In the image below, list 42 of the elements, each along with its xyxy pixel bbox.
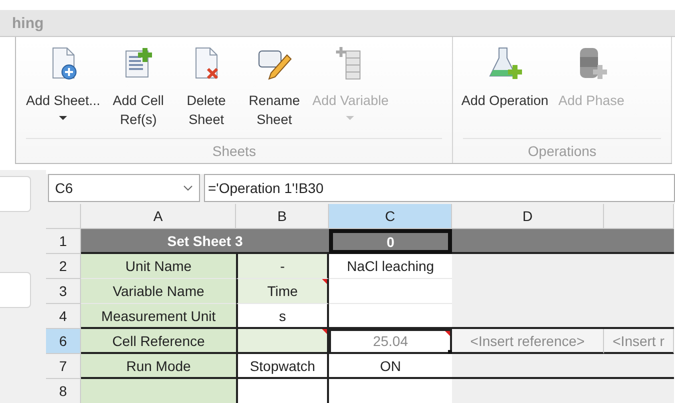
table-cell: ON bbox=[329, 354, 452, 379]
column-header[interactable] bbox=[604, 204, 674, 229]
row-header[interactable]: 6 bbox=[46, 329, 81, 354]
table-cell: Cell Reference bbox=[81, 329, 236, 354]
row-header[interactable]: 8 bbox=[46, 379, 81, 403]
column-header[interactable]: D bbox=[452, 204, 604, 229]
chevron-down-icon bbox=[183, 185, 193, 191]
table-cell: 25.04 bbox=[329, 329, 452, 354]
corner-header[interactable] bbox=[46, 204, 81, 229]
ribbon-button[interactable]: Delete Sheet bbox=[172, 45, 240, 138]
side-panel-button[interactable] bbox=[0, 272, 31, 308]
row-header[interactable]: 7 bbox=[46, 354, 81, 379]
table-cell: Stopwatch bbox=[236, 354, 329, 379]
formula-field[interactable]: ='Operation 1'!B30 bbox=[204, 174, 675, 202]
table-cell: - bbox=[236, 254, 329, 279]
table-cell: Time bbox=[236, 279, 329, 304]
side-panel-button[interactable] bbox=[0, 176, 31, 212]
name-box[interactable]: C6 bbox=[48, 174, 200, 202]
table-cell: Measurement Unit bbox=[81, 304, 236, 329]
column-header[interactable]: A bbox=[81, 204, 236, 229]
table-cell: Unit Name bbox=[81, 254, 236, 279]
table-cell: Variable Name bbox=[81, 279, 236, 304]
table-cell: Set Sheet 3 bbox=[81, 229, 329, 254]
table-cell: <Insert reference> bbox=[452, 329, 604, 354]
group-label: Operations bbox=[463, 138, 661, 163]
table-cell: s bbox=[236, 304, 329, 329]
table-cell: <Insert r bbox=[604, 329, 674, 354]
ribbon-button[interactable]: Rename Sheet bbox=[240, 45, 308, 138]
row-header[interactable]: 2 bbox=[46, 254, 81, 279]
flask-plus-icon bbox=[486, 45, 523, 81]
table-cell: 0 bbox=[329, 229, 452, 254]
column-header[interactable]: B bbox=[236, 204, 329, 229]
ribbon-button[interactable]: Add Cell Ref(s) bbox=[104, 45, 172, 138]
row-header[interactable]: 1 bbox=[46, 229, 81, 254]
ribbon-button[interactable]: Add Sheet... bbox=[22, 45, 104, 138]
row-header[interactable]: 3 bbox=[46, 279, 81, 304]
table-cell: Run Mode bbox=[81, 354, 236, 379]
column-header[interactable]: C bbox=[329, 204, 452, 229]
group-label: Sheets bbox=[26, 138, 442, 163]
window-title: hing bbox=[12, 14, 44, 32]
row-header[interactable]: 4 bbox=[46, 304, 81, 329]
ribbon-button[interactable]: Add Operation bbox=[457, 45, 552, 138]
